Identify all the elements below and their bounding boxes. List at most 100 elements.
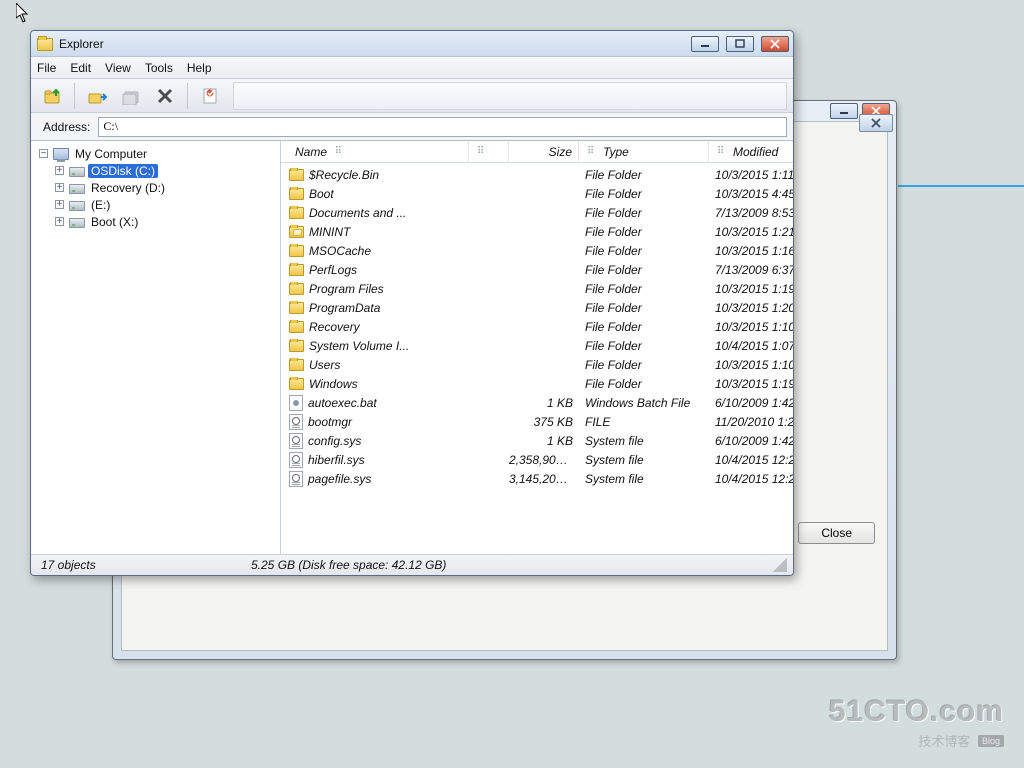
list-item[interactable]: bootmgr375 KBFILE11/20/2010 1:29 PM <box>289 412 793 431</box>
file-name: Recovery <box>309 320 360 334</box>
file-name: $Recycle.Bin <box>309 168 379 182</box>
bg-minimize-button[interactable] <box>830 103 858 119</box>
file-size: 3,145,208 KB <box>509 472 579 486</box>
list-item[interactable]: PerfLogsFile Folder7/13/2009 6:37 PM <box>289 260 793 279</box>
file-type: File Folder <box>579 168 709 182</box>
minimize-button[interactable] <box>691 36 719 52</box>
toolbar-spacer <box>233 82 787 110</box>
file-name: PerfLogs <box>309 263 357 277</box>
system-file-icon <box>289 414 303 430</box>
folder-icon <box>289 378 304 390</box>
file-name: bootmgr <box>308 415 352 429</box>
list-item[interactable]: $Recycle.BinFile Folder10/3/2015 1:11 AM <box>289 165 793 184</box>
file-list[interactable]: Name ⠿ ⠿ Size ⠿ Type ⠿ Modified $Recycle… <box>281 141 793 554</box>
menu-view[interactable]: View <box>105 61 131 75</box>
menu-tools[interactable]: Tools <box>145 61 173 75</box>
file-modified: 7/13/2009 6:37 PM <box>709 263 793 277</box>
list-item[interactable]: Program FilesFile Folder10/3/2015 1:19 A… <box>289 279 793 298</box>
file-name: autoexec.bat <box>308 396 377 410</box>
file-name: config.sys <box>308 434 361 448</box>
file-name: Program Files <box>309 282 384 296</box>
tree-expander[interactable] <box>55 183 64 192</box>
folder-open-icon <box>289 226 304 238</box>
file-name: Users <box>309 358 340 372</box>
list-item[interactable]: hiberfil.sys2,358,904 KBSystem file10/4/… <box>289 450 793 469</box>
list-item[interactable]: System Volume I...File Folder10/4/2015 1… <box>289 336 793 355</box>
toolbar-copy-button[interactable] <box>116 82 146 110</box>
file-size: 1 KB <box>509 434 579 448</box>
tree-root-label[interactable]: My Computer <box>72 147 150 161</box>
tree-expander[interactable] <box>55 217 64 226</box>
list-item[interactable]: ProgramDataFile Folder10/3/2015 1:20 AM <box>289 298 793 317</box>
list-item[interactable]: UsersFile Folder10/3/2015 1:10 AM <box>289 355 793 374</box>
header-size[interactable]: Size <box>509 141 579 162</box>
header-type[interactable]: ⠿ Type <box>579 141 709 162</box>
tree-expander[interactable] <box>55 166 64 175</box>
file-type: File Folder <box>579 244 709 258</box>
file-type: File Folder <box>579 301 709 315</box>
status-objects: 17 objects <box>37 558 251 572</box>
bg-close-button-main[interactable]: Close <box>798 522 875 544</box>
list-item[interactable]: MININTFile Folder10/3/2015 1:21 AM <box>289 222 793 241</box>
list-item[interactable]: Documents and ...File Folder7/13/2009 8:… <box>289 203 793 222</box>
file-name: MSOCache <box>309 244 371 258</box>
folder-icon <box>289 283 304 295</box>
file-modified: 10/3/2015 1:20 AM <box>709 301 793 315</box>
folder-icon <box>289 264 304 276</box>
file-modified: 10/4/2015 12:23 AM <box>709 453 793 467</box>
file-type: System file <box>579 472 709 486</box>
folder-move-icon <box>87 87 107 105</box>
address-input[interactable] <box>98 117 787 137</box>
list-item[interactable]: config.sys1 KBSystem file6/10/2009 1:42 … <box>289 431 793 450</box>
menu-edit[interactable]: Edit <box>70 61 91 75</box>
toolbar-up-button[interactable] <box>37 82 67 110</box>
menubar: File Edit View Tools Help <box>31 57 793 79</box>
list-item[interactable]: WindowsFile Folder10/3/2015 1:19 AM <box>289 374 793 393</box>
window-title: Explorer <box>59 37 104 51</box>
list-item[interactable]: RecoveryFile Folder10/3/2015 1:10 AM <box>289 317 793 336</box>
list-item[interactable]: BootFile Folder10/3/2015 4:45 PM <box>289 184 793 203</box>
tree-item-label[interactable]: OSDisk (C:) <box>88 164 158 178</box>
file-type: System file <box>579 453 709 467</box>
file-modified: 10/3/2015 1:21 AM <box>709 225 793 239</box>
tree-view[interactable]: My Computer OSDisk (C:) Recovery (D:) (E:)… <box>31 141 281 554</box>
close-button[interactable] <box>761 36 789 52</box>
tree-item-label[interactable]: Boot (X:) <box>88 215 141 229</box>
tree-expander[interactable] <box>55 200 64 209</box>
file-modified: 11/20/2010 1:29 PM <box>709 415 793 429</box>
list-item[interactable]: pagefile.sys3,145,208 KBSystem file10/4/… <box>289 469 793 488</box>
file-type: File Folder <box>579 320 709 334</box>
toolbar-delete-button[interactable] <box>150 82 180 110</box>
tree-item[interactable]: Boot (X:) <box>33 213 278 230</box>
explorer-window: Explorer File Edit View Tools Help <box>30 30 794 576</box>
floating-close-button[interactable] <box>859 114 893 132</box>
header-gap[interactable]: ⠿ <box>469 141 509 162</box>
titlebar[interactable]: Explorer <box>31 31 793 57</box>
file-type: File Folder <box>579 282 709 296</box>
menu-file[interactable]: File <box>37 61 56 75</box>
file-modified: 10/4/2015 12:23 AM <box>709 472 793 486</box>
menu-help[interactable]: Help <box>187 61 212 75</box>
tree-item-label[interactable]: Recovery (D:) <box>88 181 168 195</box>
list-item[interactable]: autoexec.bat1 KBWindows Batch File6/10/2… <box>289 393 793 412</box>
properties-icon <box>201 87 219 105</box>
status-disk-free: 5.25 GB (Disk free space: 42.12 GB) <box>251 558 773 572</box>
header-name[interactable]: Name ⠿ <box>289 141 469 162</box>
tree-item[interactable]: OSDisk (C:) <box>33 162 278 179</box>
file-name: MININT <box>309 225 350 239</box>
drive-icon <box>69 201 85 211</box>
resize-grip-icon[interactable] <box>773 558 787 572</box>
toolbar-move-button[interactable] <box>82 82 112 110</box>
header-modified[interactable]: ⠿ Modified <box>709 141 793 162</box>
tree-item[interactable]: Recovery (D:) <box>33 179 278 196</box>
file-name: hiberfil.sys <box>308 453 365 467</box>
watermark-blog: Blog <box>978 735 1004 747</box>
toolbar-properties-button[interactable] <box>195 82 225 110</box>
address-label: Address: <box>43 120 90 134</box>
tree-item-label[interactable]: (E:) <box>88 198 113 212</box>
maximize-button[interactable] <box>726 36 754 52</box>
tree-expander[interactable] <box>39 149 48 158</box>
tree-item[interactable]: (E:) <box>33 196 278 213</box>
watermark-sub: 技术博客 <box>918 734 970 749</box>
list-item[interactable]: MSOCacheFile Folder10/3/2015 1:16 AM <box>289 241 793 260</box>
